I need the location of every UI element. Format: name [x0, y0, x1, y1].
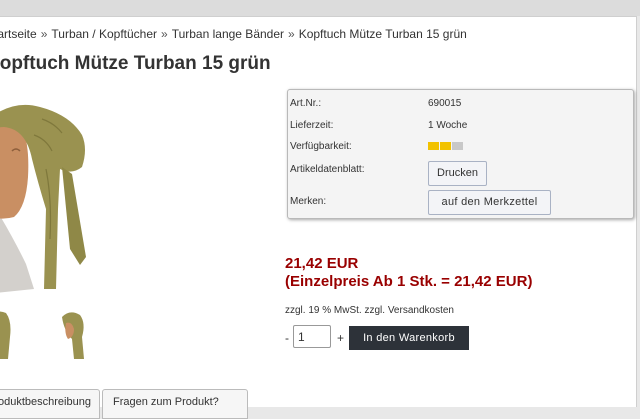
availability-indicator — [428, 142, 463, 150]
tab-product-questions[interactable]: Fragen zum Produkt? — [102, 389, 248, 419]
breadcrumb-home[interactable]: Startseite — [0, 27, 37, 41]
artnr-value: 690015 — [428, 98, 462, 109]
price-block: 21,42 EUR (Einzelpreis Ab 1 Stk. = 21,42… — [285, 255, 532, 291]
product-info-box: Art.Nr.: 690015 Lieferzeit: 1 Woche Verf… — [287, 89, 634, 219]
quantity-decrease[interactable]: - — [285, 331, 289, 345]
quantity-input[interactable] — [293, 325, 331, 348]
breadcrumb-turban-kopftuecher[interactable]: Turban / Kopftücher — [51, 27, 157, 41]
breadcrumb-current-product[interactable]: Kopftuch Mütze Turban 15 grün — [299, 27, 467, 41]
browser-top-strip — [0, 0, 640, 16]
quantity-increase[interactable]: + — [337, 331, 344, 345]
availability-segment — [428, 142, 439, 150]
mannequin-neck — [0, 215, 34, 293]
tax-text: zzgl. 19 % MwSt. zzgl. — [285, 305, 386, 316]
delivery-label: Lieferzeit: — [290, 120, 334, 131]
availability-segment — [440, 142, 451, 150]
print-button[interactable]: Drucken — [428, 161, 487, 186]
thumbnail-image-2[interactable] — [56, 307, 90, 359]
shipping-costs-link[interactable]: Versandkosten — [388, 305, 454, 316]
page-title: Kopftuch Mütze Turban 15 grün — [0, 53, 271, 74]
product-image[interactable] — [0, 89, 94, 294]
breadcrumb-separator: » — [288, 27, 295, 41]
artnr-label: Art.Nr.: — [290, 98, 322, 109]
tax-note: zzgl. 19 % MwSt. zzgl. Versandkosten — [285, 305, 454, 316]
availability-label: Verfügbarkeit: — [290, 141, 352, 152]
page-content: Startseite»Turban / Kopftücher»Turban la… — [0, 16, 637, 419]
datasheet-label: Artikeldatenblatt: — [290, 164, 365, 175]
breadcrumb-separator: » — [161, 27, 168, 41]
availability-segment — [452, 142, 463, 150]
price-unit: (Einzelpreis Ab 1 Stk. = 21,42 EUR) — [285, 273, 533, 290]
breadcrumb-separator: » — [40, 27, 48, 41]
add-to-wishlist-button[interactable]: auf den Merkzettel — [428, 190, 551, 215]
turban-band — [62, 167, 86, 265]
tab-product-description[interactable]: Produktbeschreibung — [0, 389, 100, 419]
thumbnail-turban — [0, 311, 11, 359]
remember-label: Merken: — [290, 196, 327, 207]
thumbnail-image-1[interactable] — [0, 307, 20, 359]
breadcrumb-turban-lange-baender[interactable]: Turban lange Bänder — [172, 27, 284, 41]
thumbnail-turban — [62, 312, 84, 359]
delivery-value: 1 Woche — [428, 120, 468, 131]
price-main: 21,42 EUR — [285, 255, 359, 272]
add-to-cart-button[interactable]: In den Warenkorb — [349, 326, 469, 350]
breadcrumb: Startseite»Turban / Kopftücher»Turban la… — [0, 27, 467, 41]
